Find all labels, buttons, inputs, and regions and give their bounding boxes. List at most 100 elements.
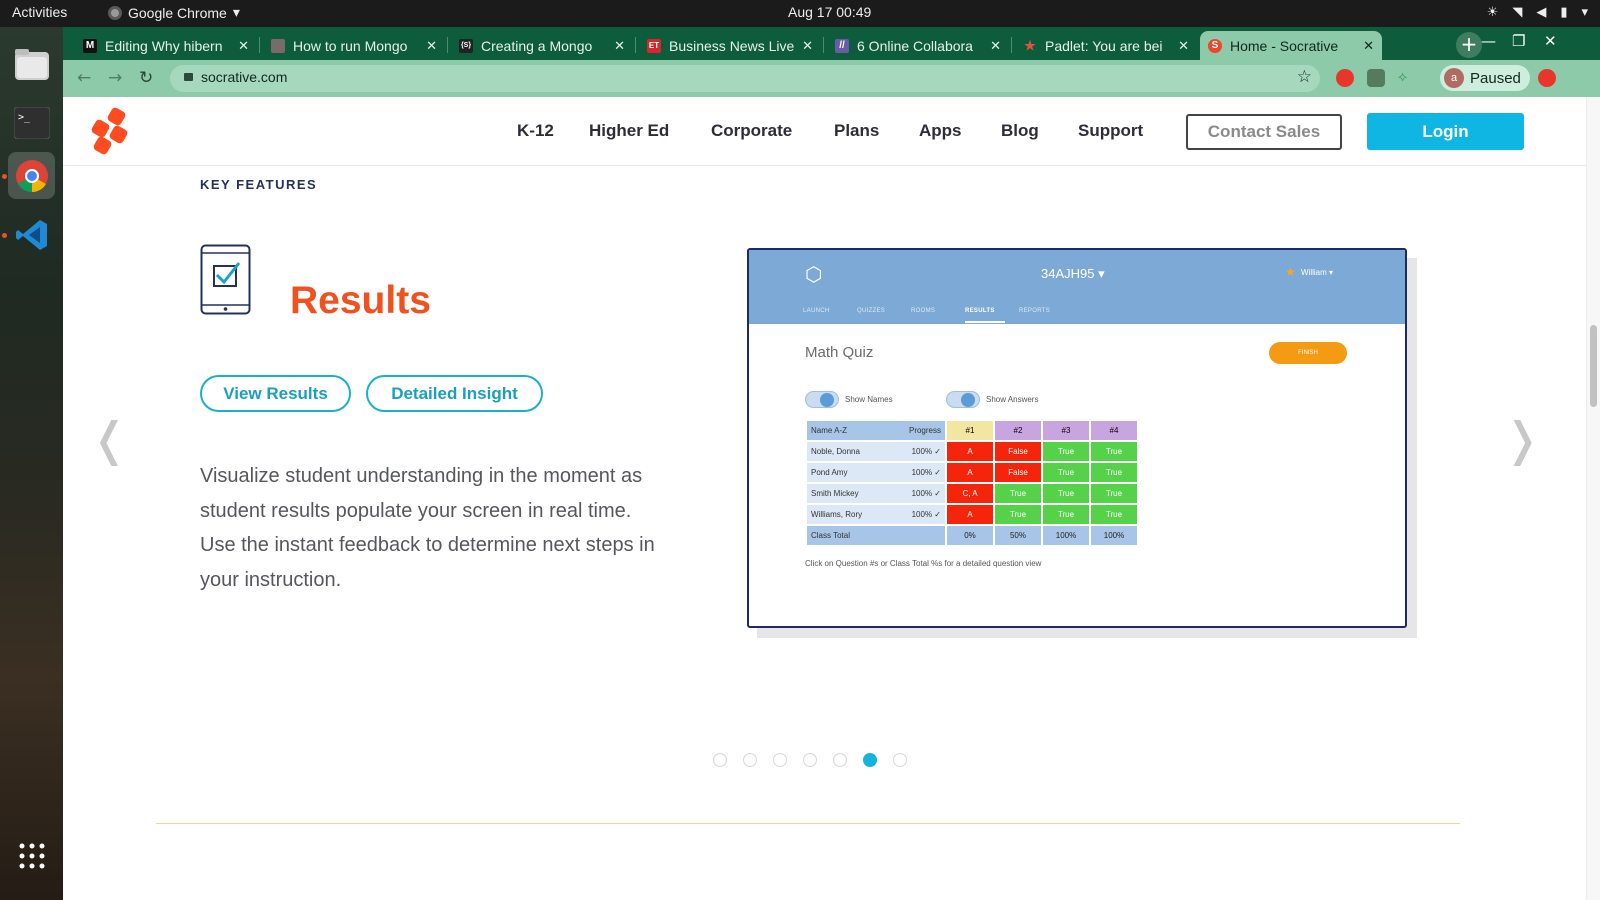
chrome-app-icon[interactable] (8, 152, 55, 199)
scrollbar-thumb[interactable] (1590, 325, 1597, 407)
socrative-logo[interactable] (90, 106, 129, 156)
address-bar[interactable]: socrative.com ☆ (170, 65, 1320, 92)
browser-tab[interactable]: {S} Creating a Mongo ✕ (451, 31, 633, 60)
show-answers-toggle: Show Answers (946, 391, 1038, 408)
detailed-insight-button[interactable]: Detailed Insight (366, 375, 543, 412)
show-apps-icon[interactable] (8, 832, 55, 879)
preview-tab: RESULTS (965, 308, 995, 314)
close-tab-icon[interactable]: ✕ (614, 38, 625, 54)
close-tab-icon[interactable]: ✕ (1178, 38, 1189, 54)
bookmark-star-icon[interactable]: ☆ (1297, 67, 1312, 87)
nav-apps[interactable]: Apps (919, 121, 962, 141)
close-tab-icon[interactable]: ✕ (802, 38, 813, 54)
tab-title: 6 Online Collabora (857, 37, 973, 54)
carousel-dot[interactable] (713, 753, 727, 767)
extension-icon[interactable]: ⟡ (1398, 69, 1416, 87)
carousel-prev-arrow[interactable]: ❬ (90, 412, 129, 466)
nav-support[interactable]: Support (1078, 121, 1143, 141)
nav-k12[interactable]: K-12 (517, 121, 554, 141)
browser-tab-active[interactable]: S Home - Socrative ✕ (1200, 31, 1382, 60)
forward-icon[interactable]: → (108, 68, 122, 88)
back-icon[interactable]: ← (77, 68, 91, 88)
tab-strip: M Editing Why hibern ✕ How to run Mongo … (63, 27, 1600, 60)
table-header-row: Name A-Z Progress #1 #2 #3 #4 (807, 421, 1137, 440)
tab-title: Business News Live (669, 37, 795, 54)
carousel-dot-active[interactable] (863, 753, 877, 767)
extension-icon[interactable] (1336, 69, 1354, 87)
tab-title: How to run Mongo (293, 37, 408, 54)
avatar: a (1444, 68, 1464, 88)
nav-blog[interactable]: Blog (1001, 121, 1039, 141)
terminal-app-icon[interactable]: >_ (8, 99, 55, 146)
et-favicon-icon: ET (647, 38, 661, 53)
new-tab-button[interactable]: + (1456, 32, 1482, 58)
browser-tab[interactable]: ET Business News Live ✕ (639, 31, 821, 60)
room-code: 34AJH95 ▾ (1041, 266, 1105, 281)
nav-plans[interactable]: Plans (834, 121, 879, 141)
medium-favicon-icon: M (83, 38, 97, 53)
table-row: Noble, Donna 100% ✓ A False True True (807, 442, 1137, 461)
running-indicator (2, 174, 7, 179)
page-viewport: K-12 Higher Ed Corporate Plans Apps Blog… (63, 97, 1600, 900)
nav-higher-ed[interactable]: Higher Ed (589, 121, 669, 141)
nav-corporate[interactable]: Corporate (711, 121, 792, 141)
reload-icon[interactable]: ↻ (139, 68, 153, 88)
browser-tab[interactable]: M Editing Why hibern ✕ (75, 31, 257, 60)
activities-button[interactable]: Activities (12, 4, 67, 20)
table-row: Smith Mickey 100% ✓ C, A True True True (807, 484, 1137, 503)
table-total-row: Class Total 0% 50% 100% 100% (807, 526, 1137, 545)
preview-tab: ROOMS (911, 308, 936, 314)
lock-icon (184, 73, 193, 81)
login-button[interactable]: Login (1367, 113, 1524, 150)
close-tab-icon[interactable]: ✕ (426, 38, 437, 54)
socrative-hex-icon: ⬡ (805, 264, 823, 286)
url-text: socrative.com (201, 69, 288, 85)
chevron-down-icon: ▾ (1581, 4, 1588, 19)
section-divider (156, 823, 1460, 824)
app-menu-label: Google Chrome (128, 4, 227, 21)
chevron-down-icon: ▾ (232, 4, 240, 20)
browser-tab[interactable]: How to run Mongo ✕ (263, 31, 445, 60)
vscode-app-icon[interactable] (8, 211, 55, 258)
page-favicon-icon: // (835, 38, 849, 53)
page-favicon-icon (271, 38, 285, 53)
table-row: Pond Amy 100% ✓ A False True True (807, 463, 1137, 482)
close-tab-icon[interactable]: ✕ (990, 38, 1001, 54)
clock[interactable]: Aug 17 00:49 (788, 4, 871, 20)
update-icon[interactable] (1538, 69, 1556, 87)
close-tab-icon[interactable]: ✕ (1363, 38, 1374, 54)
socrative-favicon-icon: S (1208, 38, 1222, 53)
close-window-icon[interactable]: ✕ (1544, 32, 1557, 50)
app-menu[interactable]: Google Chrome ▾ (108, 4, 240, 21)
feature-description: Visualize student understanding in the m… (200, 465, 655, 591)
extension-icon[interactable] (1367, 69, 1385, 87)
view-results-button[interactable]: View Results (200, 375, 351, 412)
page-scrollbar[interactable] (1586, 97, 1600, 900)
files-app-icon[interactable] (8, 41, 55, 88)
carousel-dot[interactable] (803, 753, 817, 767)
wifi-icon: ◥ (1512, 4, 1523, 19)
carousel-dot[interactable] (833, 753, 847, 767)
browser-tab[interactable]: // 6 Online Collabora ✕ (827, 31, 1009, 60)
maximize-icon[interactable]: ❐ (1512, 32, 1525, 50)
contact-sales-button[interactable]: Contact Sales (1186, 114, 1342, 150)
carousel-next-arrow[interactable]: ❭ (1503, 412, 1542, 466)
battery-icon: ▮ (1560, 4, 1568, 19)
brightness-icon: ☀ (1486, 4, 1499, 19)
carousel-dot[interactable] (773, 753, 787, 767)
preview-tab: REPORTS (1019, 308, 1050, 314)
tab-title: Creating a Mongo (481, 37, 593, 54)
star-icon: ★ (1285, 265, 1296, 279)
table-hint: Click on Question #s or Class Total %s f… (805, 559, 1042, 568)
tab-title: Home - Socrative (1230, 37, 1339, 54)
close-tab-icon[interactable]: ✕ (238, 38, 249, 54)
svg-text:>_: >_ (18, 112, 31, 123)
carousel-dot[interactable] (893, 753, 907, 767)
minimize-icon[interactable]: — (1481, 32, 1496, 50)
quiz-title: Math Quiz (805, 344, 874, 361)
system-tray[interactable]: ☀ ◥ ◀ ▮ ▾ (1487, 4, 1588, 20)
tablet-checkbox-icon (200, 244, 251, 315)
profile-button[interactable]: a Paused (1440, 65, 1530, 91)
carousel-dot[interactable] (743, 753, 757, 767)
browser-tab[interactable]: ★ Padlet: You are bei ✕ (1015, 31, 1197, 60)
